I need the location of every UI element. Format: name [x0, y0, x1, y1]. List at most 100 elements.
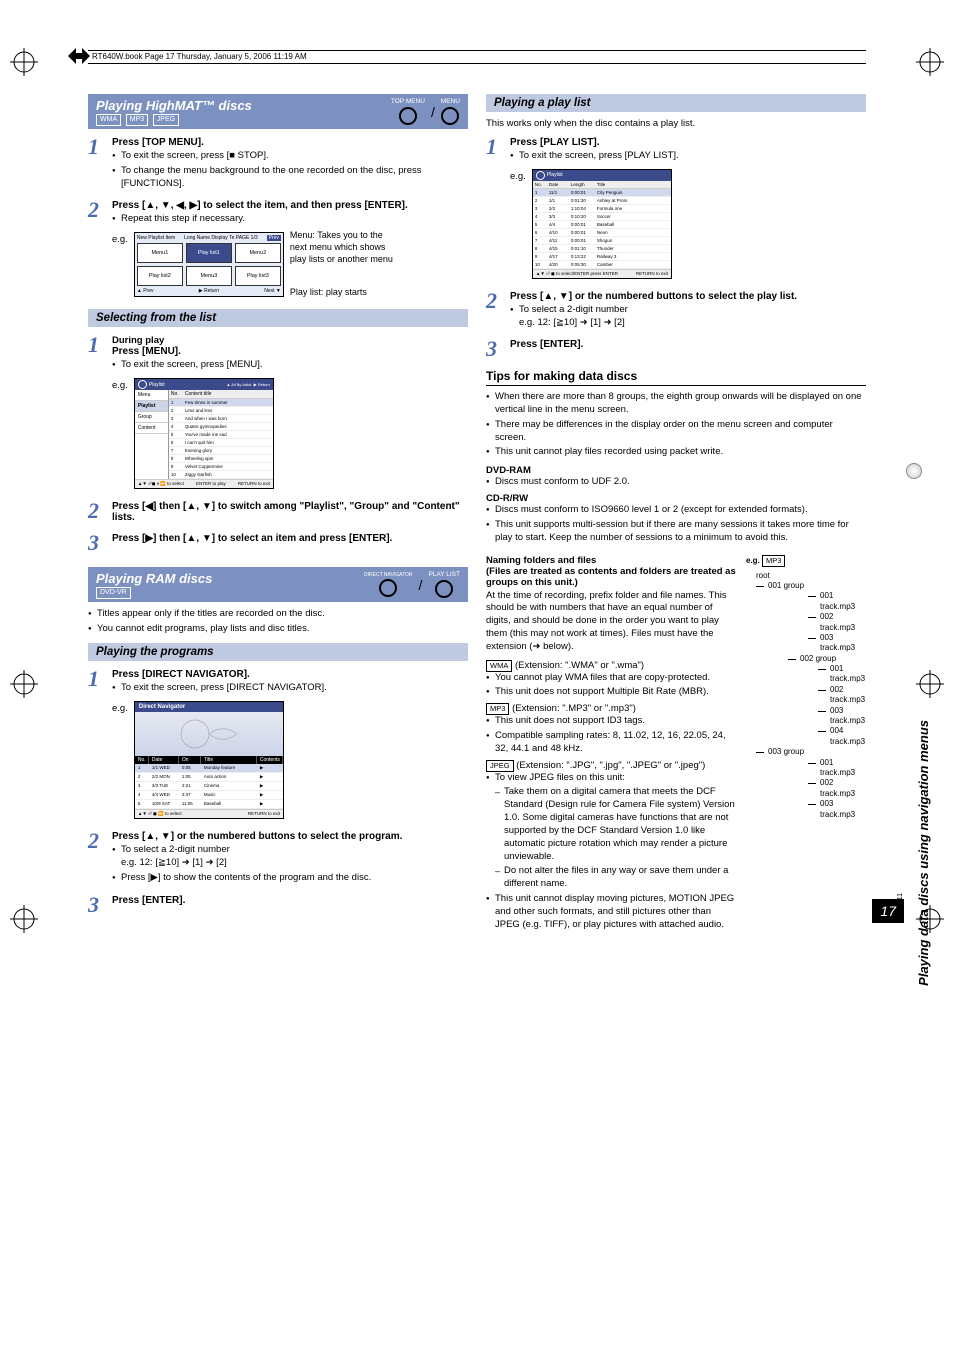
folder-tree-diagram: e.g. MP3 root 001 group 001 track.mp3 00…	[746, 555, 866, 934]
doc-code: RQT8611	[897, 893, 904, 923]
badge-mp3: MP3	[486, 703, 509, 715]
table-row: 10Ziggy starfish	[169, 471, 273, 479]
table-row: 21/10:01:20Ashley at Prom	[533, 197, 671, 205]
direct-navigator-button[interactable]: DIRECT NAVIGATOR	[364, 573, 413, 597]
section-highmat: Playing HighMAT™ discs WMA MP3 JPEG TOP …	[88, 94, 468, 129]
step-number: 3	[88, 533, 106, 553]
naming-sub: (Files are treated as contents and folde…	[486, 566, 736, 588]
step-number: 2	[486, 291, 504, 332]
body-text: To change the menu background to the one…	[112, 165, 468, 191]
left-column: Playing HighMAT™ discs WMA MP3 JPEG TOP …	[88, 94, 468, 933]
direct-navigator-diagram: Direct Navigator No. Date On Title Conte…	[134, 701, 284, 819]
step-number: 2	[88, 831, 106, 886]
badge-jpeg: JPEG	[486, 760, 514, 772]
step-title: Press [PLAY LIST].	[510, 137, 866, 148]
step-title: Press [MENU].	[112, 346, 468, 357]
step-title: Press [▲, ▼] or the numbered buttons to …	[112, 831, 468, 842]
table-row: 4Quatre gymnopedies	[169, 423, 273, 431]
playlist-menu-diagram: Playlist▲ All By Artist ▶ Return Menu Pl…	[134, 378, 274, 489]
body-text: (Extension: ".JPG", ".jpg", ".JPEG" or "…	[516, 760, 705, 771]
step-pretitle: During play	[112, 335, 468, 346]
table-row: 510/9 SAT11:05Baseball▶	[135, 800, 283, 809]
body-text: You cannot play WMA files that are copy-…	[486, 672, 736, 685]
table-row: 5You've made me sad	[169, 431, 273, 439]
menu-button[interactable]: MENU	[441, 99, 460, 125]
step-title: Press [▲, ▼, ◀, ▶] to select the item, a…	[112, 200, 468, 211]
step-title: Press [DIRECT NAVIGATOR].	[112, 669, 468, 680]
ram-title: Playing RAM discs	[96, 571, 212, 586]
annotation: Menu: Takes you to the next menu which s…	[290, 230, 400, 265]
step-number: 3	[88, 895, 106, 915]
badge-wma: WMA	[486, 660, 512, 672]
body-text: This unit does not support ID3 tags.	[486, 715, 736, 728]
table-row: 3And when I was born	[169, 415, 273, 423]
body-text: You cannot edit programs, play lists and…	[88, 623, 468, 636]
table-row: 22/2 MON1:05Auto action▶	[135, 773, 283, 782]
step-number: 2	[88, 501, 106, 525]
table-row: 104/200:05:30Camber	[533, 261, 671, 269]
highmat-title: Playing HighMAT™ discs	[96, 98, 252, 113]
playlist-list-diagram: Playlist No. Date Length Title 111/10:00…	[532, 169, 672, 279]
table-row: 6I can't quit him	[169, 439, 273, 447]
table-row: 11/1 WED0:05Monday feature▶	[135, 764, 283, 773]
top-menu-button[interactable]: TOP MENU	[391, 99, 425, 125]
body-text: To exit the screen, press [PLAY LIST].	[510, 150, 866, 163]
table-row: 74/110:00:01Shogun	[533, 237, 671, 245]
step-title: Press [▶] then [▲, ▼] to select an item …	[112, 533, 468, 544]
body-text: There may be differences in the display …	[486, 419, 866, 445]
badge-jpeg: JPEG	[153, 114, 179, 126]
badge-wma: WMA	[96, 114, 121, 126]
body-text: To exit the screen, press [DIRECT NAVIGA…	[112, 682, 468, 695]
body-text: When there are more than 8 groups, the e…	[486, 391, 866, 417]
body-text: This unit cannot display moving pictures…	[486, 893, 736, 931]
build-header: RT640W.book Page 17 Thursday, January 5,…	[88, 50, 866, 64]
table-row: 111/10:00:01City Penguin	[533, 189, 671, 197]
step-title: Press [ENTER].	[112, 895, 468, 906]
example-label: e.g.	[112, 380, 128, 490]
body-text: To select a 2-digit numbere.g. 12: [≧10]…	[510, 304, 866, 330]
body-text: To select a 2-digit numbere.g. 12: [≧10]…	[112, 844, 468, 870]
page-footer: RQT8611 17	[872, 899, 904, 923]
body-text: This unit cannot play files recorded usi…	[486, 446, 866, 459]
badge-mp3: MP3	[126, 114, 148, 126]
body-text: Compatible sampling rates: 8, 11.02, 12,…	[486, 730, 736, 756]
body-text: To exit the screen, press [MENU].	[112, 359, 468, 372]
table-row: 43/30:10:20Soccer	[533, 213, 671, 221]
body-text: (Extension: ".WMA" or ".wma")	[515, 660, 644, 671]
slash-icon: /	[431, 104, 435, 120]
section-ram: Playing RAM discs DVD-VR DIRECT NAVIGATO…	[88, 567, 468, 602]
naming-head: Naming folders and files	[486, 555, 736, 566]
step-title: Press [TOP MENU].	[112, 137, 468, 148]
step-title: Press [▲, ▼] or the numbered buttons to …	[510, 291, 866, 302]
example-label: e.g.	[112, 234, 128, 245]
subheader-selecting: Selecting from the list	[88, 309, 468, 327]
body-text: Discs must conform to UDF 2.0.	[486, 476, 866, 489]
label-cdrrw: CD-R/RW	[486, 493, 866, 504]
table-row: 64/100:00:01Neon	[533, 229, 671, 237]
body-text: Titles appear only if the titles are rec…	[88, 608, 468, 621]
body-text: Repeat this step if necessary.	[112, 213, 468, 226]
step-number: 1	[88, 335, 106, 493]
table-row: 32/21:10:04Formula one	[533, 205, 671, 213]
body-text: Do not alter the files in any way or sav…	[495, 865, 736, 891]
annotation: Play list: play starts	[290, 287, 400, 299]
body-text: Press [▶] to show the contents of the pr…	[112, 872, 468, 885]
table-row: 94/170:13:22Railway 3	[533, 253, 671, 261]
body-text: At the time of recording, prefix folder …	[486, 590, 736, 654]
body-text: To exit the screen, press [■ STOP].	[112, 150, 468, 163]
play-list-button[interactable]: PLAY LIST	[428, 572, 460, 598]
body-text: This unit supports multi-session but if …	[486, 519, 866, 545]
body-text: (Extension: ".MP3" or ".mp3")	[512, 703, 636, 714]
tips-heading: Tips for making data discs	[486, 369, 866, 386]
step-number: 1	[88, 669, 106, 823]
body-text: Take them on a digital camera that meets…	[495, 786, 736, 863]
subheader-programs: Playing the programs	[88, 643, 468, 661]
table-row: 44/4 WED3:37Music▶	[135, 791, 283, 800]
highmat-menu-diagram: New Playlist ItemLong Name Display Te PA…	[134, 232, 284, 297]
step-title: Press [ENTER].	[510, 339, 866, 350]
table-row: 2Less and less	[169, 407, 273, 415]
step-number: 1	[88, 137, 106, 192]
subheader-playlist: Playing a play list	[486, 94, 866, 112]
table-row: 7Evening glory	[169, 447, 273, 455]
table-row: 1Few times in summer	[169, 399, 273, 407]
